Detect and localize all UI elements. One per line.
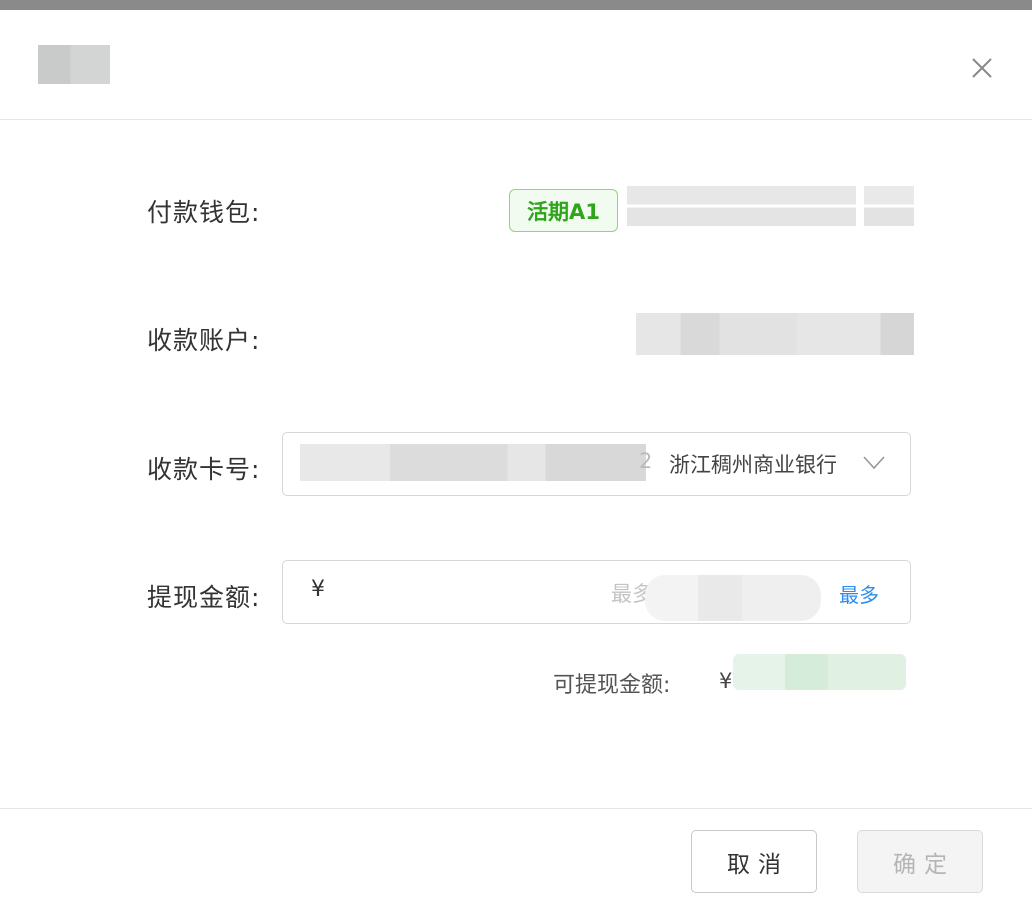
wallet-type-tag: 活期A1 [509,189,618,232]
card-select[interactable]: 2 浙江稠州商业银行 [282,432,911,496]
withdraw-dialog: 付款钱包: 活期A1 收款账户: 收款卡号: 2 浙江稠州商业银行 提现金额: … [0,10,1032,914]
wallet-id-redacted [864,186,914,226]
available-amount-redacted [733,654,906,690]
dialog-footer-divider [0,808,1032,809]
account-label: 收款账户: [147,326,261,355]
amount-input[interactable]: ¥ 最多 最多 [282,560,911,624]
wallet-label: 付款钱包: [147,198,261,227]
card-label: 收款卡号: [147,455,261,484]
card-bank-name: 浙江稠州商业银行 [669,453,837,477]
max-amount-link[interactable]: 最多 [839,579,879,608]
close-icon[interactable] [964,50,1000,86]
window-top-edge [0,0,1032,10]
wallet-name-redacted [627,186,856,226]
amount-currency-symbol: ¥ [311,577,325,602]
account-name-redacted [636,313,914,355]
cancel-button[interactable]: 取消 [691,830,817,893]
available-currency-symbol: ¥ [719,669,733,693]
confirm-button[interactable]: 确定 [857,830,983,893]
card-number-redacted [300,444,646,481]
dialog-header [0,10,1032,120]
dialog-title-redacted [38,45,110,84]
available-amount-label: 可提现金额: [553,673,671,698]
amount-max-redacted [645,575,821,621]
amount-label: 提现金额: [147,583,261,612]
chevron-down-icon[interactable] [863,455,885,474]
card-number-tail: 2 [639,449,653,473]
